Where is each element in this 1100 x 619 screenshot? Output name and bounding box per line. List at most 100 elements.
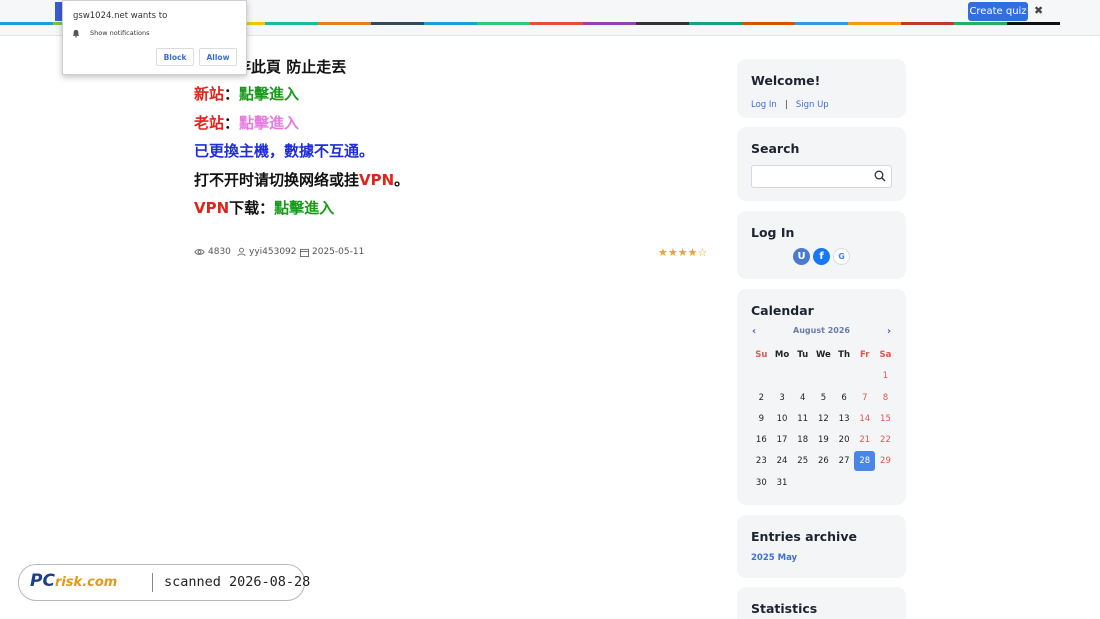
welcome-card: Welcome! Log In | Sign Up <box>737 59 906 118</box>
pcrisk-logo-risk: risk.com <box>54 575 118 590</box>
calendar-day[interactable]: 30 <box>751 473 772 493</box>
calendar-empty-cell <box>751 366 772 386</box>
rainbow-segment <box>848 22 901 25</box>
chevron-right-icon[interactable]: › <box>887 326 891 337</box>
calendar-day[interactable]: 2 <box>751 388 772 408</box>
calendar-empty-cell <box>792 366 813 386</box>
calendar-weekday: Mo <box>774 350 790 360</box>
date-meta: 2025-05-11 <box>300 247 364 257</box>
calendar-empty-cell <box>772 366 793 386</box>
calendar-empty-cell <box>792 473 813 493</box>
notification-permission-text: Show notifications <box>90 29 150 37</box>
new-site-link[interactable]: 點擊進入 <box>239 85 299 103</box>
calendar-day[interactable]: 7 <box>854 388 875 408</box>
calendar-weekday: We <box>815 350 831 360</box>
calendar-week-row: 9 10 11 12 13 14 15 <box>751 409 896 430</box>
divider <box>152 573 153 592</box>
star-icon[interactable]: ★ <box>668 247 678 259</box>
search-icon[interactable] <box>874 170 886 182</box>
rainbow-segment <box>636 22 689 25</box>
calendar-day[interactable]: 1 <box>875 366 896 386</box>
calendar-day[interactable]: 25 <box>792 451 813 471</box>
calendar-day[interactable]: 31 <box>772 473 793 493</box>
author-name[interactable]: yyi453092 <box>249 247 297 257</box>
pcrisk-logo: PCrisk.com <box>30 571 117 591</box>
calendar-day[interactable]: 3 <box>772 388 793 408</box>
calendar-empty-cell <box>854 473 875 493</box>
old-site-link[interactable]: 點擊進入 <box>239 114 299 132</box>
vpn-hint-line: 打不开时请切换网络或挂VPN。 <box>194 170 409 190</box>
vpn-text: VPN <box>359 171 395 189</box>
calendar-day[interactable]: 19 <box>813 430 834 450</box>
calendar-day[interactable]: 6 <box>834 388 855 408</box>
calendar-weekday: Tu <box>797 350 809 360</box>
block-button[interactable]: Block <box>156 48 194 66</box>
calendar-day[interactable]: 12 <box>813 409 834 429</box>
colon: ： <box>224 114 240 132</box>
calendar-day[interactable]: 17 <box>772 430 793 450</box>
calendar-day[interactable]: 26 <box>813 451 834 471</box>
archive-link[interactable]: 2025 May <box>751 553 797 563</box>
archive-title: Entries archive <box>751 529 857 544</box>
calendar-weekday: Sa <box>879 350 892 360</box>
views-meta: 4830 <box>194 247 231 257</box>
calendar-day[interactable]: 14 <box>854 409 875 429</box>
calendar-day[interactable]: 9 <box>751 409 772 429</box>
calendar-card: Calendar ‹ August 2026 › Su Mo Tu We Th Fr Sa 1… <box>737 289 906 505</box>
star-icon[interactable]: ★ <box>688 247 698 259</box>
calendar-day[interactable]: 22 <box>875 430 896 450</box>
calendar-day[interactable]: 27 <box>834 451 855 471</box>
pcrisk-logo-pc: PC <box>30 571 55 591</box>
calendar-day[interactable]: 29 <box>875 451 896 471</box>
star-icon[interactable]: ★ <box>678 247 688 259</box>
calendar-day[interactable]: 23 <box>751 451 772 471</box>
calendar-weekday: Th <box>838 350 851 360</box>
calendar-week-row: 23 24 25 26 27 28 29 <box>751 451 896 472</box>
post-date: 2025-05-11 <box>312 247 365 257</box>
facebook-icon[interactable]: f <box>813 248 830 265</box>
calendar-weekday: Su <box>755 350 768 360</box>
calendar-day[interactable]: 4 <box>792 388 813 408</box>
u-login-icon[interactable]: U <box>793 248 810 265</box>
star-icon[interactable]: ★ <box>658 247 668 259</box>
calendar-empty-cell <box>875 473 896 493</box>
link-separator: | <box>784 100 788 110</box>
rainbow-segment <box>371 22 424 25</box>
rating-stars[interactable]: ★ ★ ★ ★ ☆ <box>658 247 707 259</box>
bell-icon <box>72 29 80 38</box>
calendar-day[interactable]: 21 <box>854 430 875 450</box>
search-input[interactable] <box>751 165 892 188</box>
calendar-day[interactable]: 13 <box>834 409 855 429</box>
pcrisk-watermark: PCrisk.com scanned 2026-08-28 <box>18 564 310 601</box>
google-icon[interactable]: G <box>833 248 850 265</box>
calendar-day[interactable]: 11 <box>792 409 813 429</box>
create-quiz-button[interactable]: Create quiz <box>968 2 1028 21</box>
calendar-empty-cell <box>813 473 834 493</box>
close-icon[interactable]: ✖ <box>1034 4 1043 17</box>
rainbow-segment <box>954 22 1007 25</box>
rainbow-segment <box>318 22 371 25</box>
vpn-label: VPN <box>194 199 230 217</box>
rainbow-segment <box>265 22 318 25</box>
calendar-day[interactable]: 24 <box>772 451 793 471</box>
calendar-day[interactable]: 10 <box>772 409 793 429</box>
login-link[interactable]: Log In <box>751 100 777 110</box>
eye-icon <box>194 249 205 255</box>
calendar-day[interactable]: 18 <box>792 430 813 450</box>
calendar-day[interactable]: 20 <box>834 430 855 450</box>
calendar-weekday-row: Su Mo Tu We Th Fr Sa <box>751 345 896 366</box>
calendar-day[interactable]: 8 <box>875 388 896 408</box>
rainbow-segment <box>795 22 848 25</box>
calendar-day[interactable]: 15 <box>875 409 896 429</box>
period: 。 <box>394 171 410 189</box>
star-icon[interactable]: ☆ <box>698 247 708 259</box>
calendar-day[interactable]: 5 <box>813 388 834 408</box>
calendar-day[interactable]: 28 <box>854 451 876 472</box>
calendar-title: Calendar <box>751 303 814 318</box>
calendar-empty-cell <box>813 366 834 386</box>
calendar-day[interactable]: 16 <box>751 430 772 450</box>
vpn-download-link[interactable]: 點擊進入 <box>274 199 334 217</box>
allow-button[interactable]: Allow <box>199 48 237 66</box>
rainbow-segment <box>0 22 53 25</box>
signup-link[interactable]: Sign Up <box>796 100 829 110</box>
